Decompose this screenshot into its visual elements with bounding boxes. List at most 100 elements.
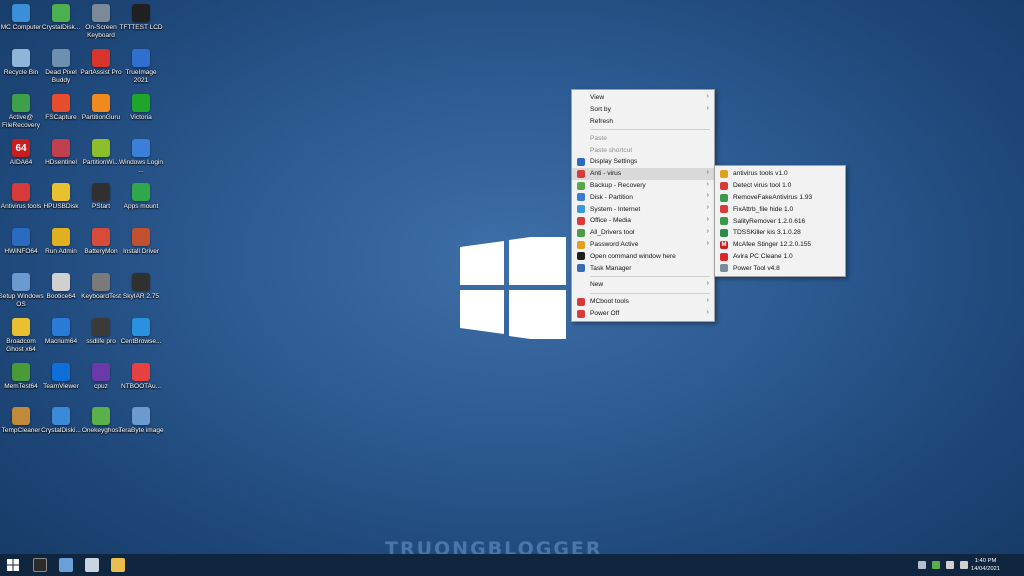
desktop-icon[interactable]: PStart	[80, 183, 122, 229]
desktop-icon[interactable]: Broadcom Ghost x64	[0, 318, 42, 364]
desktop-icon[interactable]: Antivirus tools	[0, 183, 42, 229]
tray-volume-icon[interactable]	[946, 561, 954, 569]
context-menu-item[interactable]: All_Drivers tool ›	[572, 227, 714, 239]
desktop-icon[interactable]: Run Admin	[40, 228, 82, 274]
password-icon	[577, 240, 585, 249]
submenu-item-label: SalityRemover 1.2.0.616	[733, 217, 806, 225]
task-manager-icon	[577, 264, 585, 273]
desktop-icon[interactable]: Active@ FileRecovery	[0, 94, 42, 140]
desktop-icon[interactable]: KeyboardTest	[80, 273, 122, 319]
taskbar-network-icon[interactable]	[85, 558, 99, 572]
desktop[interactable]: MC Computer CrystalDisk... On-Screen Keybo…	[0, 0, 1024, 554]
desktop-icon[interactable]: PartitionGuru	[80, 94, 122, 140]
chevron-right-icon: ›	[706, 104, 709, 112]
context-menu-item[interactable]: Password Active ›	[572, 239, 714, 251]
tempcleaner-icon	[12, 407, 30, 425]
start-button[interactable]	[6, 558, 20, 572]
menu-separator	[590, 292, 710, 294]
submenu-item[interactable]: TDSSKiller kis 3.1.0.28	[715, 227, 845, 239]
desktop-icon[interactable]: TeamViewer	[40, 363, 82, 409]
desktop-icon[interactable]: FSCapture	[40, 94, 82, 140]
submenu-item[interactable]: Avira PC Cleane 1.0	[715, 251, 845, 263]
desktop-icon[interactable]: Macrium64	[40, 318, 82, 364]
context-menu-item[interactable]: Power Off ›	[572, 308, 714, 320]
submenu-item[interactable]: M McAfee Stinger 12.2.0.155	[715, 239, 845, 251]
desktop-icon[interactable]: HWiNFO64	[0, 228, 42, 274]
context-menu-item-label: Sort by	[590, 106, 611, 114]
taskbar-computer-icon[interactable]	[59, 558, 73, 572]
chevron-right-icon: ›	[706, 93, 709, 100]
submenu-item[interactable]: Detect virus tool 1.0	[715, 180, 845, 192]
context-menu-item-label: Office - Media	[590, 217, 631, 225]
context-menu-item[interactable]: System - Internet ›	[572, 203, 714, 215]
antivirus-icon	[12, 183, 30, 201]
desktop-icon[interactable]: BatteryMon	[80, 228, 122, 274]
desktop-icon[interactable]: Windows Login ...	[119, 139, 163, 185]
desktop-icon[interactable]: CrystalDisk...	[40, 4, 82, 50]
context-menu-item: Paste	[572, 132, 714, 144]
context-menu-item[interactable]: Backup - Recovery ›	[572, 180, 714, 192]
taskbar-terminal-icon[interactable]	[33, 558, 47, 572]
desktop-icon[interactable]: PartAssist Pro	[80, 49, 122, 95]
desktop-icon[interactable]: Dead Pixel Buddy	[40, 49, 82, 95]
submenu-item[interactable]: RemoveFakeAntivirus 1.93	[715, 192, 845, 204]
desktop-icon[interactable]: PartitionWi...	[80, 139, 122, 185]
partitionguru-icon	[92, 94, 110, 112]
context-menu-item[interactable]: Task Manager	[572, 262, 714, 274]
clock[interactable]: 1:40 PM 14/04/2021	[971, 557, 1000, 573]
context-menu-item-label: Power Off	[590, 309, 620, 317]
submenu-item[interactable]: Power Tool v4.8	[715, 262, 845, 274]
context-menu-item-label: View	[590, 94, 605, 102]
context-menu-item[interactable]: New ›	[572, 279, 714, 291]
context-menu-item[interactable]: Disk - Partition ›	[572, 191, 714, 203]
context-menu-item[interactable]: Sort by ›	[572, 104, 714, 116]
run-admin-icon	[52, 228, 70, 246]
tray-network-icon[interactable]	[960, 561, 968, 569]
hdsentinel-icon	[52, 139, 70, 157]
desktop-icon[interactable]: Setup Windows OS	[0, 273, 44, 319]
desktop-icon[interactable]: On-Screen Keyboard	[80, 4, 122, 50]
desktop-icon[interactable]: HDsentinel	[40, 139, 82, 185]
context-menu-item[interactable]: Display Settings	[572, 156, 714, 168]
power-icon	[577, 309, 585, 318]
desktop-icon[interactable]: CentBrowse...	[120, 318, 162, 364]
desktop-icon[interactable]: Install Driver	[120, 228, 162, 274]
submenu-item-label: antivirus tools v1.0	[733, 170, 788, 178]
desktop-icon[interactable]: Victoria	[120, 94, 162, 140]
desktop-icon[interactable]: CrystalDiski...	[40, 407, 82, 453]
submenu-item[interactable]: FixAttrb_file hide 1.0	[715, 203, 845, 215]
tray-refresh-icon[interactable]	[932, 561, 940, 569]
desktop-icon[interactable]: HPUSBDisk	[40, 183, 82, 229]
desktop-icon[interactable]: MemTest64	[0, 363, 42, 409]
context-menu-item-label: Open command window here	[590, 252, 676, 260]
context-menu-item[interactable]: Office - Media ›	[572, 215, 714, 227]
desktop-icon[interactable]: NTBOOTAu...	[120, 363, 162, 409]
desktop-icon[interactable]: Apps mount	[120, 183, 162, 229]
desktop-icon[interactable]: ssdlife pro	[80, 318, 122, 364]
desktop-icon[interactable]: TempCleaner	[0, 407, 42, 453]
context-menu-item[interactable]: MCboot tools ›	[572, 296, 714, 308]
desktop-icon[interactable]: MC Computer	[0, 4, 42, 50]
desktop-icon[interactable]: Recycle Bin	[0, 49, 42, 95]
centbrowser-icon	[132, 318, 150, 336]
desktop-icon[interactable]: TeraByte image	[118, 407, 164, 453]
submenu-item[interactable]: antivirus tools v1.0	[715, 168, 845, 180]
tray-tool-icon[interactable]	[918, 561, 926, 569]
context-menu-item[interactable]: View ›	[572, 92, 714, 104]
desktop-icon[interactable]: TFTTEST LCD	[119, 4, 163, 50]
submenu-item[interactable]: SalityRemover 1.2.0.616	[715, 215, 845, 227]
taskbar-folder-icon[interactable]	[111, 558, 125, 572]
desktop-icon[interactable]: TrueImage 2021	[120, 49, 162, 95]
desktop-icon[interactable]: cpuz	[80, 363, 122, 409]
crystaldiskinfo-icon	[52, 407, 70, 425]
context-menu-item[interactable]: Refresh	[572, 116, 714, 128]
desktop-icon[interactable]: SkyIAR 2.75	[120, 273, 162, 319]
submenu-item-label: Avira PC Cleane 1.0	[733, 252, 793, 260]
mcafee-icon: M	[720, 240, 728, 249]
sality-icon	[720, 217, 728, 226]
desktop-icon[interactable]: Onekeyghost	[80, 407, 122, 453]
desktop-icon[interactable]: Bootice64	[40, 273, 82, 319]
context-menu-item[interactable]: Open command window here	[572, 250, 714, 262]
desktop-icon[interactable]: 64 AIDA64	[0, 139, 42, 185]
context-menu-item[interactable]: Anti - virus ›	[572, 167, 714, 180]
